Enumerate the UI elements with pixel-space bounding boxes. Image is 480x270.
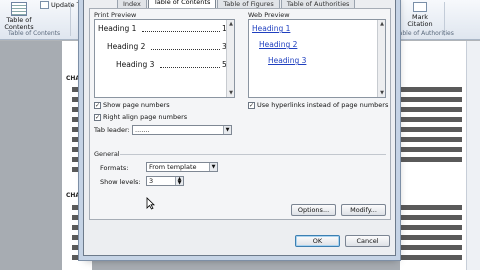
- ok-button[interactable]: OK: [295, 235, 340, 247]
- web-preview-label: Web Preview: [248, 11, 290, 19]
- ribbon-group-toc-label: Table of Contents: [8, 30, 61, 37]
- scroll-up-icon[interactable]: ▲: [379, 21, 385, 27]
- scroll-up-icon[interactable]: ▲: [228, 21, 234, 27]
- cancel-button[interactable]: Cancel: [345, 235, 390, 247]
- heading-text: Heading 1: [98, 24, 137, 33]
- group-divider: [120, 154, 386, 155]
- dot-leader: [142, 24, 220, 32]
- dot-leader: [160, 60, 220, 68]
- web-preview-heading-1[interactable]: Heading 1: [252, 24, 290, 33]
- text-line: [400, 215, 462, 220]
- print-preview-scrollbar[interactable]: ▲ ▼: [226, 20, 234, 97]
- checkbox-checked-icon[interactable]: ✓: [94, 101, 101, 109]
- scroll-down-icon[interactable]: ▼: [379, 90, 385, 96]
- checkbox-checked-icon[interactable]: ✓: [248, 101, 255, 109]
- text-line: [400, 225, 462, 230]
- heading-text: Heading 3: [116, 60, 155, 69]
- general-label: General: [94, 150, 120, 158]
- web-preview-scrollbar[interactable]: ▲ ▼: [377, 20, 385, 97]
- text-line: [400, 205, 462, 210]
- tab-leader-value: .......: [135, 126, 150, 134]
- tab-leader-select[interactable]: ....... ▼: [132, 125, 232, 135]
- chevron-down-icon[interactable]: ▼: [209, 163, 217, 171]
- text-line: [400, 107, 462, 112]
- print-preview-heading-1: Heading 1: [98, 24, 136, 33]
- toc-ribbon-label: Table of Contents: [4, 16, 34, 31]
- web-preview-box: Heading 1 Heading 2 Heading 3 ▲ ▼: [248, 19, 386, 98]
- print-preview-heading-3: Heading 3: [116, 60, 154, 69]
- text-line: [400, 97, 462, 102]
- right-align-checkbox[interactable]: ✓ Right align page numbers: [94, 113, 187, 121]
- show-levels-value: 3: [149, 177, 154, 185]
- update-table-button[interactable]: Update Tab: [40, 1, 88, 9]
- mark-citation-icon: [413, 2, 427, 12]
- formats-label: Formats:: [100, 164, 129, 172]
- text-line: [400, 127, 462, 132]
- show-page-numbers-label: Show page numbers: [103, 101, 170, 109]
- tab-index[interactable]: Index: [117, 0, 147, 8]
- right-align-label: Right align page numbers: [103, 113, 188, 121]
- chapter-heading: CHA: [66, 192, 81, 199]
- spin-arrows-icon[interactable]: ▲ ▼: [175, 177, 183, 186]
- scroll-down-icon[interactable]: ▼: [228, 90, 234, 96]
- text-line: [400, 147, 462, 152]
- tab-table-of-figures[interactable]: Table of Figures: [217, 0, 280, 8]
- text-line: [400, 157, 462, 162]
- table-of-contents-dialog: Index Table of Contents Table of Figures…: [83, 0, 396, 256]
- table-of-contents-icon: [11, 2, 27, 16]
- text-line: [400, 235, 462, 240]
- print-preview-label: Print Preview: [94, 11, 137, 19]
- tab-leader-label: Tab leader:: [94, 126, 130, 134]
- dialog-tabs: Index Table of Contents Table of Figures…: [117, 0, 356, 8]
- show-levels-label: Show levels:: [100, 178, 141, 186]
- web-preview-heading-2[interactable]: Heading 2: [259, 40, 297, 49]
- use-hyperlinks-label: Use hyperlinks instead of page numbers: [257, 101, 389, 109]
- heading-text: Heading 2: [107, 42, 146, 51]
- ribbon-separator: [70, 2, 71, 36]
- mark-citation-label: Mark Citation: [407, 13, 433, 28]
- chapter-heading: CHA: [66, 75, 81, 82]
- show-levels-stepper[interactable]: 3 ▲ ▼: [146, 176, 184, 186]
- options-button[interactable]: Options...: [291, 204, 336, 216]
- text-line: [400, 87, 462, 92]
- text-line: [400, 137, 462, 142]
- formats-value: From template: [149, 163, 197, 171]
- update-table-icon: [40, 1, 49, 9]
- tab-table-of-contents[interactable]: Table of Contents: [147, 0, 217, 8]
- tab-table-of-authorities[interactable]: Table of Authorities: [280, 0, 356, 8]
- show-page-numbers-checkbox[interactable]: ✓ Show page numbers: [94, 101, 170, 109]
- tab-panel: Print Preview Heading 1 1 Heading 2 3 He…: [89, 8, 391, 220]
- formats-select[interactable]: From template ▼: [146, 162, 218, 172]
- web-preview-heading-3[interactable]: Heading 3: [268, 56, 306, 65]
- mark-citation-button[interactable]: Mark Citation: [402, 2, 438, 28]
- use-hyperlinks-checkbox[interactable]: ✓ Use hyperlinks instead of page numbers: [248, 101, 388, 109]
- chevron-down-icon[interactable]: ▼: [223, 126, 231, 134]
- mouse-cursor-icon: [146, 197, 155, 210]
- vertical-ruler: [466, 41, 480, 270]
- checkbox-checked-icon[interactable]: ✓: [94, 113, 101, 121]
- text-line: [400, 245, 462, 250]
- table-of-contents-ribbon-button[interactable]: Table of Contents: [4, 2, 34, 31]
- text-line: [400, 117, 462, 122]
- ribbon-group-authorities-label: Table of Authorities: [396, 30, 454, 37]
- modify-button[interactable]: Modify...: [341, 204, 386, 216]
- dot-leader: [151, 42, 220, 50]
- print-preview-box: Heading 1 1 Heading 2 3 Heading 3 5 ▲ ▼: [94, 19, 235, 98]
- print-preview-heading-2: Heading 2: [107, 42, 145, 51]
- text-line: [400, 255, 462, 260]
